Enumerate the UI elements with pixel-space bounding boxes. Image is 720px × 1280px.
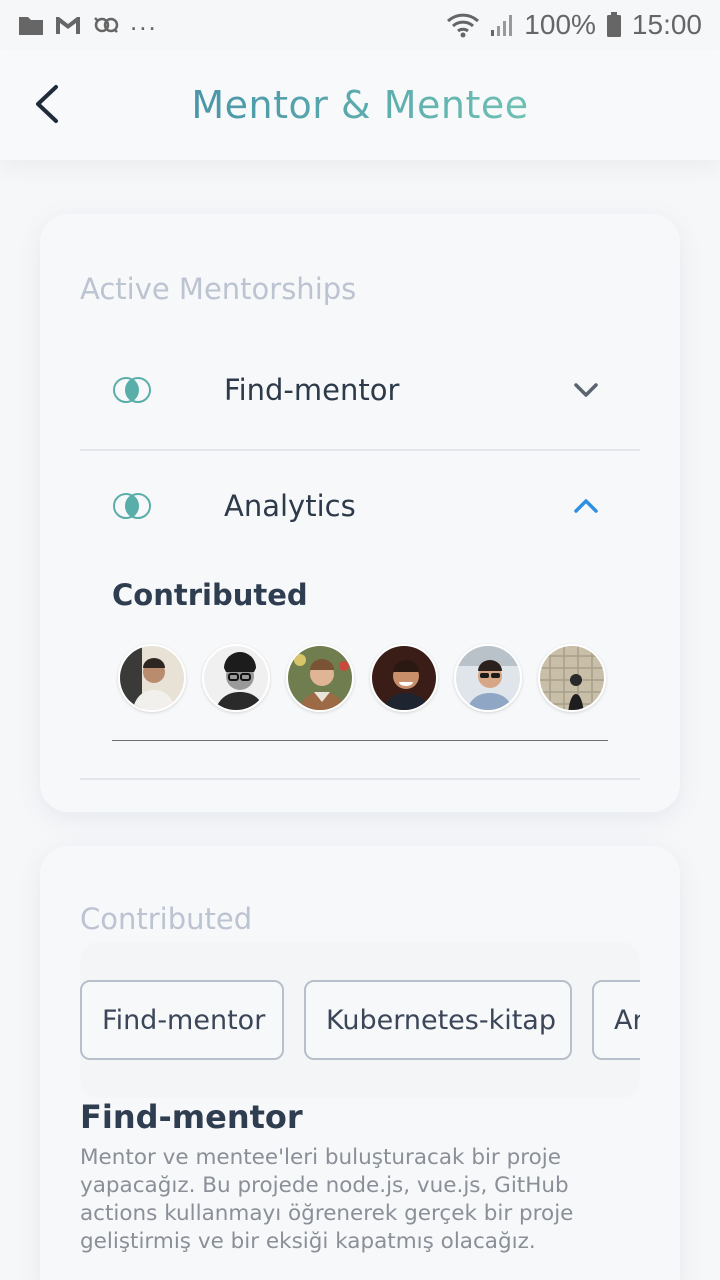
- battery-percentage: 100%: [524, 9, 596, 40]
- contributed-card: Contributed Find-mentor Kubernetes-kitap…: [40, 846, 680, 1280]
- project-chip-scroller[interactable]: Find-mentor Kubernetes-kitap Analytics: [80, 942, 640, 1098]
- chip-find-mentor[interactable]: Find-mentor: [80, 980, 284, 1060]
- gmail-icon: [54, 14, 82, 36]
- contributor-avatars: [118, 644, 606, 712]
- active-mentorships-card: Active Mentorships Find-mentor Analytics…: [40, 214, 680, 812]
- page-title: Mentor & Mentee: [191, 83, 529, 127]
- avatar[interactable]: [202, 644, 270, 712]
- wifi-icon: [446, 12, 480, 38]
- divider: [80, 778, 640, 780]
- folder-icon: [18, 14, 44, 36]
- chip-kubernetes-kitap[interactable]: Kubernetes-kitap: [304, 980, 572, 1060]
- active-mentorships-title: Active Mentorships: [80, 272, 357, 306]
- divider: [80, 449, 640, 451]
- status-bar: ... 100% 15:00: [0, 0, 720, 50]
- overflow-indicator: ...: [130, 5, 158, 36]
- overlap-circles-icon: [113, 493, 151, 519]
- battery-icon: [606, 12, 622, 38]
- clock: 15:00: [631, 9, 702, 40]
- signal-icon: [490, 13, 514, 37]
- contributed-heading: Contributed: [112, 578, 308, 612]
- avatar[interactable]: [286, 644, 354, 712]
- chip-analytics[interactable]: Analytics: [592, 980, 640, 1060]
- sync-icon: [92, 13, 120, 37]
- chevron-up-icon[interactable]: [572, 496, 600, 516]
- app-bar: Mentor & Mentee: [0, 50, 720, 160]
- avatar[interactable]: [370, 644, 438, 712]
- status-left: ...: [18, 6, 158, 37]
- contributed-title: Contributed: [80, 902, 253, 936]
- project-description: Mentor ve mentee'leri buluşturacak bir p…: [80, 1145, 574, 1254]
- avatar[interactable]: [538, 644, 606, 712]
- mentorship-row-analytics[interactable]: Analytics: [80, 466, 640, 546]
- mentorship-label: Analytics: [224, 489, 356, 523]
- project-title: Find-mentor: [80, 1098, 303, 1136]
- status-right: 100% 15:00: [446, 9, 702, 41]
- chevron-down-icon[interactable]: [572, 380, 600, 400]
- project-chips: Find-mentor Kubernetes-kitap Analytics: [80, 980, 640, 1060]
- avatar[interactable]: [454, 644, 522, 712]
- back-arrow-icon: [36, 85, 58, 123]
- overlap-circles-icon: [113, 377, 151, 403]
- avatar[interactable]: [118, 644, 186, 712]
- back-button[interactable]: [26, 82, 66, 126]
- mentorship-row-find-mentor[interactable]: Find-mentor: [80, 350, 640, 430]
- mentorship-label: Find-mentor: [224, 373, 400, 407]
- avatar-divider: [112, 740, 608, 741]
